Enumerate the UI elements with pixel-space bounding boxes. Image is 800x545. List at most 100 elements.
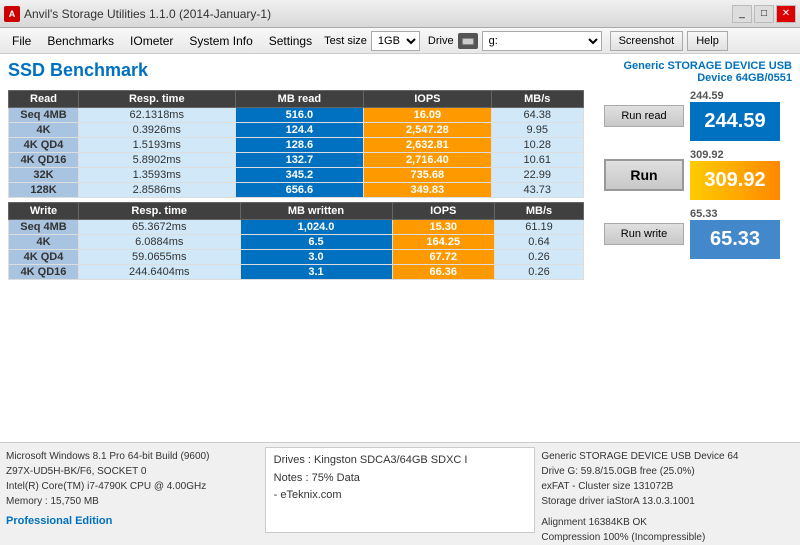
- col-resp-time: Resp. time: [79, 91, 236, 108]
- screenshot-button[interactable]: Screenshot: [610, 31, 684, 51]
- test-size-select[interactable]: 1GB 4GB: [371, 31, 420, 51]
- col-iops-read: IOPS: [364, 91, 491, 108]
- read-row-mbs: 9.95: [491, 123, 583, 138]
- dev-line6: Alignment 16384KB OK: [541, 515, 794, 530]
- read-row-iops: 2,716.40: [364, 153, 491, 168]
- read-row-label: 32K: [9, 168, 79, 183]
- run-write-button[interactable]: Run write: [604, 223, 684, 245]
- bottom-bar: Microsoft Windows 8.1 Pro 64-bit Build (…: [0, 442, 800, 537]
- menu-system-info[interactable]: System Info: [181, 28, 260, 53]
- write-row-mb: 3.0: [240, 250, 392, 265]
- maximize-button[interactable]: □: [754, 5, 774, 23]
- read-row-mbs: 10.28: [491, 138, 583, 153]
- minimize-button[interactable]: _: [732, 5, 752, 23]
- menu-settings[interactable]: Settings: [261, 28, 320, 53]
- sys-line3: Intel(R) Core(TM) i7-4790K CPU @ 4.00GHz: [6, 479, 259, 494]
- close-button[interactable]: ✕: [776, 5, 796, 23]
- tables-container: Read Resp. time MB read IOPS MB/s Seq 4M…: [8, 90, 792, 280]
- run-read-container: Run read 244.59 244.59: [604, 90, 780, 141]
- read-row-resp: 2.8586ms: [79, 183, 236, 198]
- run-button[interactable]: Run: [604, 159, 684, 191]
- read-table-row: 128K 2.8586ms 656.6 349.83 43.73: [9, 183, 584, 198]
- write-row-mbs: 0.26: [494, 265, 583, 280]
- write-row-label: 4K: [9, 235, 79, 250]
- ssd-header: SSD Benchmark Generic STORAGE DEVICE USB…: [8, 60, 792, 84]
- write-row-resp: 6.0884ms: [79, 235, 241, 250]
- col-mbs-read: MB/s: [491, 91, 583, 108]
- write-row-mb: 3.1: [240, 265, 392, 280]
- read-table-row: 4K QD16 5.8902ms 132.7 2,716.40 10.61: [9, 153, 584, 168]
- menu-benchmarks[interactable]: Benchmarks: [39, 28, 122, 53]
- write-row-label: 4K QD16: [9, 265, 79, 280]
- run-read-gauge: 244.59: [690, 102, 780, 141]
- read-row-label: 128K: [9, 183, 79, 198]
- dev-line3: exFAT - Cluster size 131072B: [541, 479, 794, 494]
- sys-line1: Microsoft Windows 8.1 Pro 64-bit Build (…: [6, 449, 259, 464]
- drives-line: Drives : Kingston SDCA3/64GB SDXC I: [274, 452, 527, 470]
- ssd-benchmark-title: SSD Benchmark: [8, 60, 148, 81]
- help-button[interactable]: Help: [687, 31, 728, 51]
- col-mb-written: MB written: [240, 203, 392, 220]
- run-read-button[interactable]: Run read: [604, 105, 684, 127]
- write-row-label: 4K QD4: [9, 250, 79, 265]
- read-row-mbs: 10.61: [491, 153, 583, 168]
- read-row-resp: 5.8902ms: [79, 153, 236, 168]
- read-row-label: 4K QD16: [9, 153, 79, 168]
- credit-line: - eTeknix.com: [274, 487, 527, 505]
- device-line2: Device 64GB/0551: [623, 72, 792, 84]
- bottom-right-panel: Generic STORAGE DEVICE USB Device 64 Dri…: [539, 447, 796, 533]
- test-size-group: Test size 1GB 4GB: [324, 31, 420, 51]
- read-row-label: 4K: [9, 123, 79, 138]
- run-gauge: 309.92: [690, 161, 780, 200]
- write-row-iops: 66.36: [392, 265, 494, 280]
- read-row-label: Seq 4MB: [9, 108, 79, 123]
- write-table-row: 4K QD16 244.6404ms 3.1 66.36 0.26: [9, 265, 584, 280]
- drive-select[interactable]: g:: [482, 31, 602, 51]
- menu-bar: File Benchmarks IOmeter System Info Sett…: [0, 28, 800, 54]
- read-row-mb: 128.6: [235, 138, 364, 153]
- read-row-mb: 124.4: [235, 123, 364, 138]
- menu-iometer[interactable]: IOmeter: [122, 28, 181, 53]
- write-row-resp: 59.0655ms: [79, 250, 241, 265]
- write-table-row: Seq 4MB 65.3672ms 1,024.0 15.30 61.19: [9, 220, 584, 235]
- col-mb-read: MB read: [235, 91, 364, 108]
- test-size-label: Test size: [324, 35, 367, 47]
- read-row-iops: 16.09: [364, 108, 491, 123]
- read-row-mb: 516.0: [235, 108, 364, 123]
- col-resp-time-w: Resp. time: [79, 203, 241, 220]
- run-write-small-value: 65.33: [690, 208, 780, 220]
- write-row-iops: 67.72: [392, 250, 494, 265]
- write-row-iops: 15.30: [392, 220, 494, 235]
- write-row-mbs: 0.64: [494, 235, 583, 250]
- col-iops-write: IOPS: [392, 203, 494, 220]
- read-row-mbs: 43.73: [491, 183, 583, 198]
- bottom-mid-panel: Drives : Kingston SDCA3/64GB SDXC I Note…: [265, 447, 536, 533]
- read-row-resp: 62.1318ms: [79, 108, 236, 123]
- col-read: Read: [9, 91, 79, 108]
- sys-line4: Memory : 15,750 MB: [6, 494, 259, 509]
- read-row-iops: 735.68: [364, 168, 491, 183]
- write-row-iops: 164.25: [392, 235, 494, 250]
- app-icon: A: [4, 6, 20, 22]
- col-mbs-write: MB/s: [494, 203, 583, 220]
- run-read-small-value: 244.59: [690, 90, 780, 102]
- read-table-row: Seq 4MB 62.1318ms 516.0 16.09 64.38: [9, 108, 584, 123]
- read-row-mb: 656.6: [235, 183, 364, 198]
- dev-line2: Drive G: 59.8/15.0GB free (25.0%): [541, 464, 794, 479]
- device-line1: Generic STORAGE DEVICE USB: [623, 60, 792, 72]
- write-row-mbs: 61.19: [494, 220, 583, 235]
- read-table: Read Resp. time MB read IOPS MB/s Seq 4M…: [8, 90, 584, 198]
- title-bar: A Anvil's Storage Utilities 1.1.0 (2014-…: [0, 0, 800, 28]
- read-table-row: 4K QD4 1.5193ms 128.6 2,632.81 10.28: [9, 138, 584, 153]
- read-row-mbs: 22.99: [491, 168, 583, 183]
- menu-file[interactable]: File: [4, 28, 39, 53]
- left-panel: Read Resp. time MB read IOPS MB/s Seq 4M…: [8, 90, 584, 280]
- read-row-iops: 2,547.28: [364, 123, 491, 138]
- run-container: Run 309.92 309.92: [604, 149, 780, 200]
- read-table-row: 32K 1.3593ms 345.2 735.68 22.99: [9, 168, 584, 183]
- write-row-mbs: 0.26: [494, 250, 583, 265]
- read-row-mbs: 64.38: [491, 108, 583, 123]
- write-row-label: Seq 4MB: [9, 220, 79, 235]
- run-write-container: Run write 65.33 65.33: [604, 208, 780, 259]
- read-row-iops: 2,632.81: [364, 138, 491, 153]
